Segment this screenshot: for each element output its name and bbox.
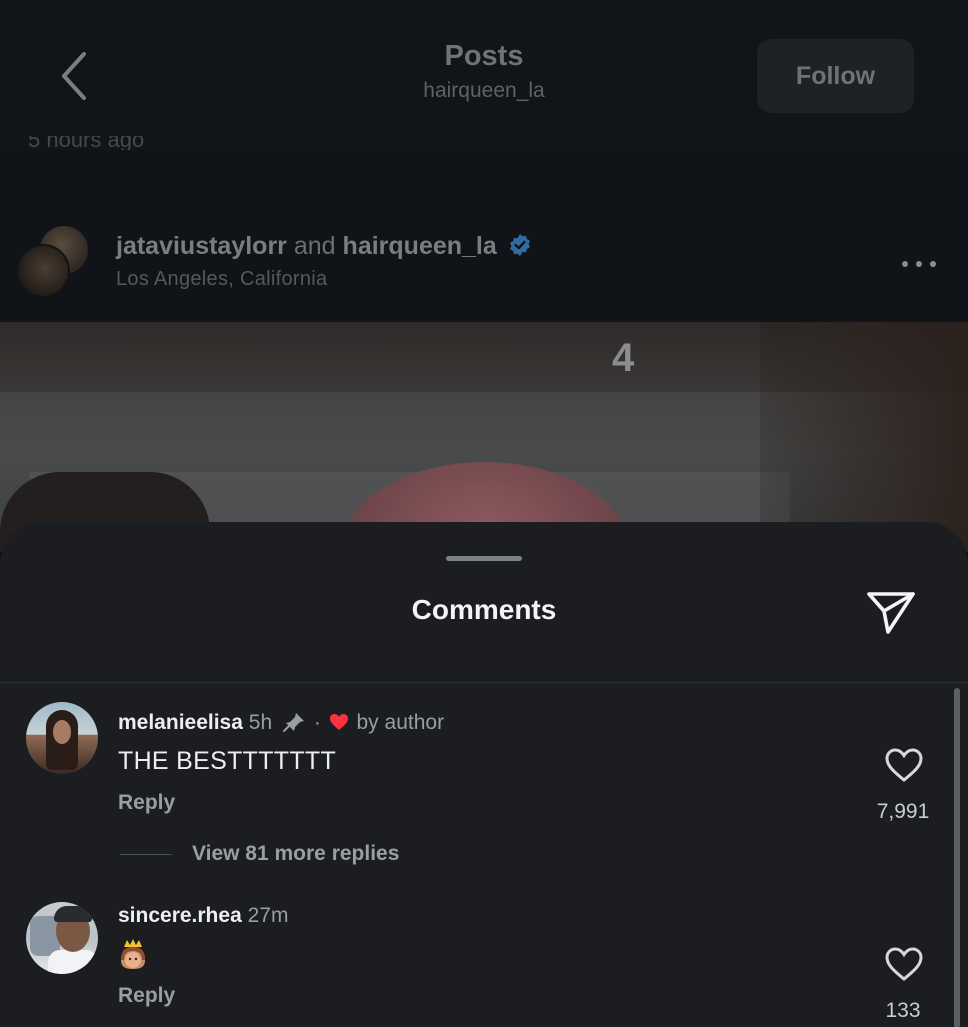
comments-title: Comments	[411, 594, 557, 625]
avatar-detail	[48, 950, 98, 974]
post-location[interactable]: Los Angeles, California	[116, 268, 327, 291]
author-username[interactable]: jataviustaylorr	[116, 232, 287, 260]
like-count: 133	[885, 999, 921, 1022]
avatar	[16, 244, 70, 298]
author-connector: and	[293, 232, 336, 260]
sheet-divider	[0, 682, 968, 683]
heart-outline-icon[interactable]	[884, 946, 924, 982]
view-replies-line	[120, 854, 172, 855]
comment-meta: sincere.rhea 27m	[118, 904, 288, 928]
heart-outline-icon[interactable]	[884, 747, 924, 783]
liked-by-author-label: by author	[356, 711, 445, 734]
reply-button[interactable]: Reply	[118, 791, 175, 815]
comment-username[interactable]: sincere.rhea	[118, 904, 242, 927]
meta-separator: ·	[313, 711, 321, 734]
collab-avatars[interactable]	[16, 224, 90, 298]
like-count: 7,991	[876, 800, 930, 823]
verified-badge-icon	[509, 234, 530, 256]
photo-shape	[760, 322, 968, 552]
follow-button[interactable]: Follow	[757, 39, 914, 113]
comments-sheet: Comments melanieelisa 5h · by author THE…	[0, 522, 968, 1027]
pin-icon	[282, 713, 304, 732]
comment-text: THE BESTTTTTTT	[118, 747, 337, 775]
sheet-grab-handle[interactable]	[446, 556, 522, 561]
princess-emoji-icon	[121, 939, 145, 969]
avatar-face	[53, 720, 71, 744]
reply-button[interactable]: Reply	[118, 984, 175, 1008]
comment-username[interactable]: melanieelisa	[118, 711, 243, 734]
post-header: jataviustaylorr and hairqueen_la Los Ang…	[0, 150, 968, 322]
post-authors[interactable]: jataviustaylorr and hairqueen_la	[116, 232, 532, 261]
more-options-icon[interactable]	[896, 254, 942, 274]
share-send-icon[interactable]	[864, 586, 918, 638]
comment-meta: melanieelisa 5h · by author	[118, 711, 444, 735]
comment-time: 27m	[247, 904, 289, 927]
top-navigation-bar: Posts hairqueen_la Follow 5 hours ago	[0, 0, 968, 151]
scrollbar[interactable]	[954, 688, 960, 1027]
avatar[interactable]	[26, 702, 98, 774]
photo-jersey-number: 4	[612, 336, 635, 380]
author-username[interactable]: hairqueen_la	[343, 232, 497, 260]
post-photo[interactable]: 4	[0, 322, 968, 552]
comment-time: 5h	[248, 711, 273, 734]
heart-filled-icon	[329, 714, 348, 730]
avatar-detail	[54, 906, 92, 922]
avatar[interactable]	[26, 902, 98, 974]
view-replies-button[interactable]: View 81 more replies	[192, 842, 399, 866]
